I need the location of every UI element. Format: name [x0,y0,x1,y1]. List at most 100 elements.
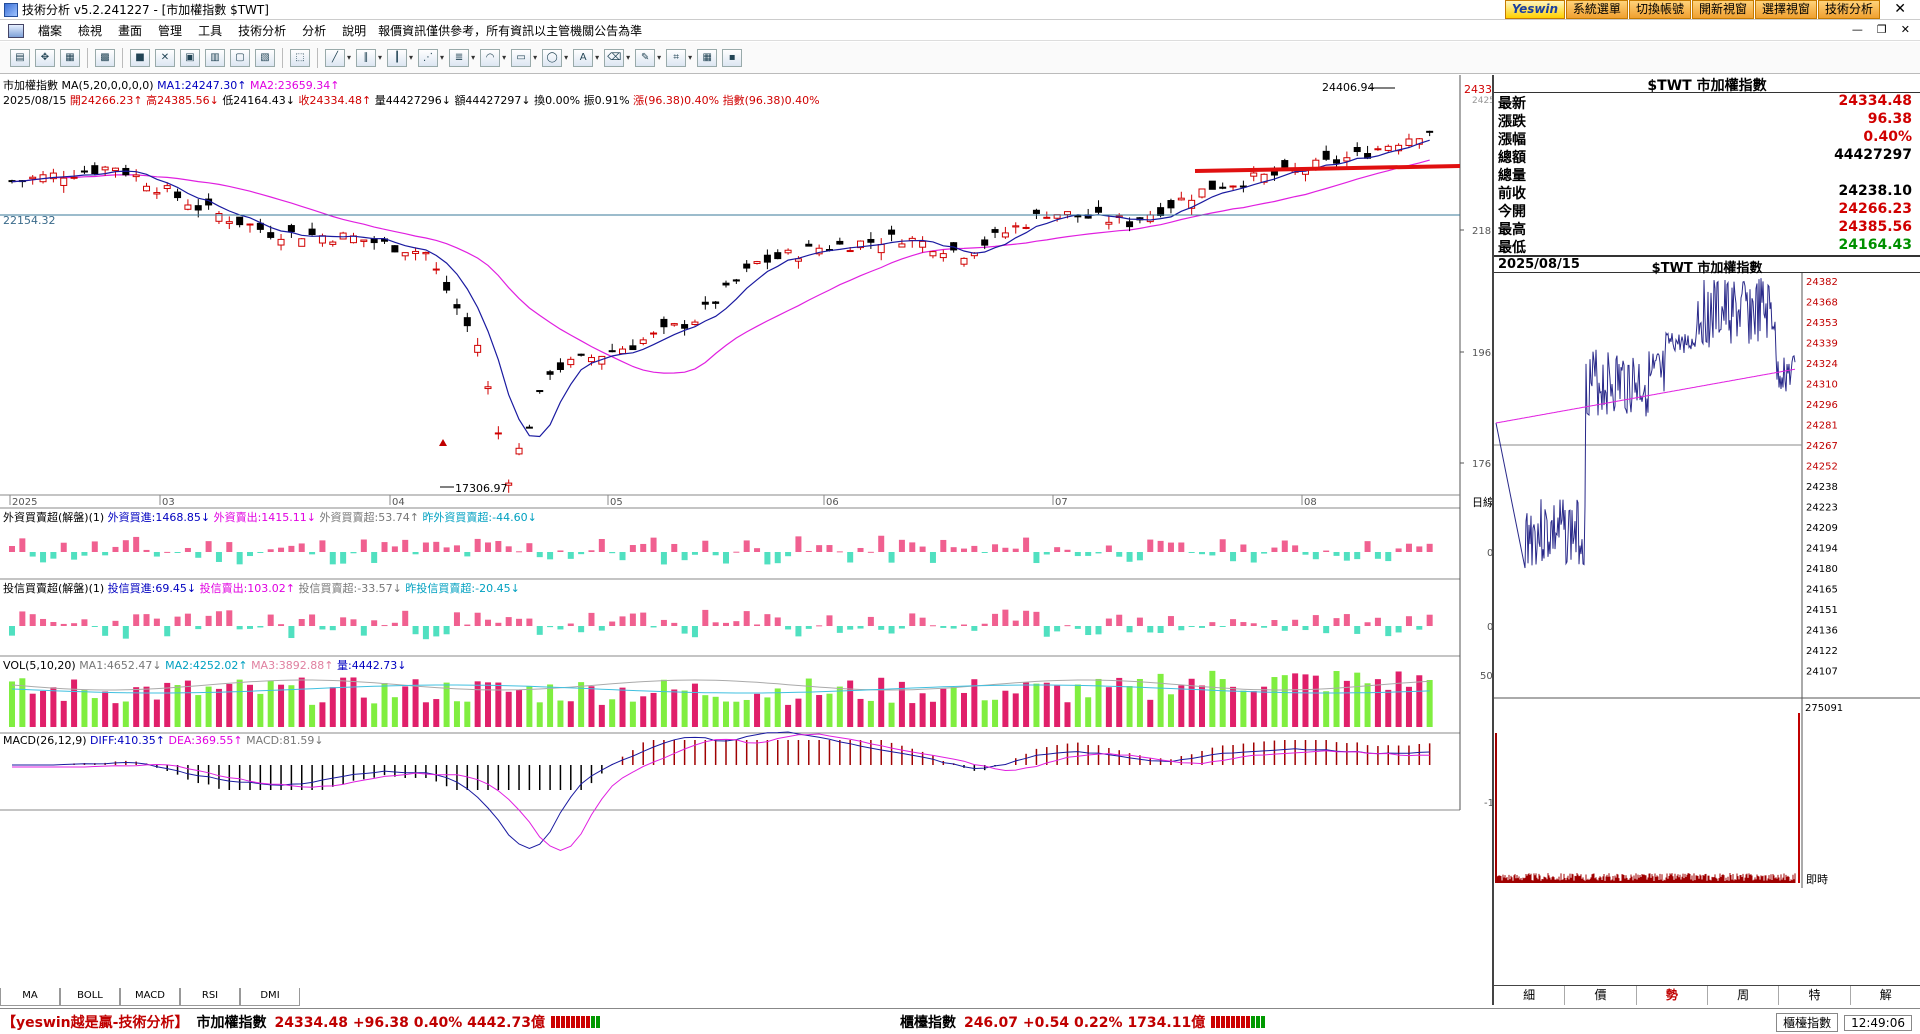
quote-label: 漲跌 [1498,114,1526,130]
volume-bar [567,701,574,727]
trust-flow-bar [1023,610,1030,626]
chart-area[interactable]: 22154.32 24406.94 17306.97 24334.524258 2181… [0,75,1492,1005]
volume-bar [723,701,729,727]
foreign-flow-bar [743,540,750,552]
save-icon[interactable]: ▪ [722,48,743,67]
tab-special[interactable]: 特 [1779,986,1851,1005]
menu-manage[interactable]: 管理 [150,22,190,39]
system-menu-button[interactable]: 系統選單 [1565,0,1628,19]
draw-pointer-icon[interactable]: ⬚ [290,48,310,67]
tab-ma[interactable]: MA [0,988,60,1006]
fan-icon[interactable]: ⋰ [418,48,439,67]
volume-bar [91,698,98,727]
dropdown-arrow-icon[interactable]: ▾ [595,53,599,62]
dropdown-arrow-icon[interactable]: ▾ [440,53,444,62]
dropdown-arrow-icon[interactable]: ▾ [502,53,506,62]
brush-icon[interactable]: ✎ [635,48,656,67]
tab-dmi[interactable]: DMI [240,988,300,1006]
menu-file[interactable]: 檔案 [30,22,70,39]
candle-body [1063,211,1071,216]
tab-trend[interactable]: 勢 [1637,986,1708,1005]
tab-week[interactable]: 周 [1708,986,1780,1005]
tab-analysis[interactable]: 解 [1851,986,1920,1005]
tab-macd[interactable]: MACD [120,988,180,1006]
dropdown-arrow-icon[interactable]: ▾ [657,53,661,62]
ellipse-icon[interactable]: ◯ [542,48,563,67]
restore-icon[interactable]: ❐ [1877,23,1887,36]
intraday-chart[interactable]: 24382 24368 24353 24339 24324 24310 24296 24281… [1494,273,1920,888]
cross-icon[interactable]: ✕ [155,48,175,67]
volume-bar [102,691,109,727]
switch-account-button[interactable]: 切換帳號 [1628,0,1691,19]
ma5-line [11,139,1430,438]
intraday-vol-top-label: 275091 [1805,703,1843,714]
candle-body [308,228,316,236]
tab-boll[interactable]: BOLL [60,988,120,1006]
trust-flow-bar [909,613,916,626]
dropdown-arrow-icon[interactable]: ▾ [688,53,692,62]
kline-icon[interactable]: ▥ [205,48,225,67]
select-window-button[interactable]: 選擇視窗 [1754,0,1817,19]
menu-view[interactable]: 檢視 [70,22,110,39]
grid-icon[interactable]: ▩ [95,48,115,67]
frame-icon[interactable]: ▣ [180,48,200,67]
menu-screen[interactable]: 畫面 [110,22,150,39]
parallel-icon[interactable]: ∥ [356,48,377,67]
dropdown-arrow-icon[interactable]: ▾ [533,53,537,62]
fib-icon[interactable]: ≣ [449,48,470,67]
dropdown-arrow-icon[interactable]: ▾ [378,53,382,62]
foreign-flow-bar [143,549,150,552]
app-close-icon[interactable]: ✕ [1894,1,1906,17]
menu-tools[interactable]: 工具 [190,22,230,39]
window-icon[interactable]: ▢ [230,48,250,67]
compare-icon[interactable]: ▧ [255,48,275,67]
tab-detail[interactable]: 細 [1494,986,1566,1005]
volume-bar [381,682,388,727]
candle-body [846,250,854,253]
candle-body [515,447,523,455]
palette-icon[interactable]: ▦ [697,48,718,67]
color-icon[interactable]: ■ [130,48,150,67]
close-icon[interactable]: ✕ [1901,23,1910,36]
yeswin-brand-button[interactable]: Yeswin [1504,0,1565,19]
volume-bar [1012,693,1019,727]
menu-technical[interactable]: 技術分析 [230,22,294,39]
technical-analysis-button[interactable]: 技術分析 [1817,0,1880,19]
tab-rsi[interactable]: RSI [180,988,240,1006]
new-window-button[interactable]: 開新視窗 [1691,0,1754,19]
trust-flow-bar [40,618,47,626]
status-taiex-name[interactable]: 市加權指數 [196,1012,266,1032]
ruler-icon[interactable]: ⌗ [666,48,687,67]
crosshair-icon[interactable]: ✥ [35,48,55,67]
tab-price[interactable]: 價 [1565,986,1637,1005]
technical-chart[interactable]: 22154.32 24406.94 17306.97 24334.524258 2181… [0,75,1492,1005]
dropdown-arrow-icon[interactable]: ▾ [564,53,568,62]
rect-icon[interactable]: ▭ [511,48,532,67]
candle-body [701,301,709,305]
dropdown-arrow-icon[interactable]: ▾ [347,53,351,62]
menu-help[interactable]: 說明 [334,22,374,39]
dropdown-arrow-icon[interactable]: ▾ [626,53,630,62]
menu-analysis[interactable]: 分析 [294,22,334,39]
eraser-icon[interactable]: ⌫ [604,48,625,67]
layout-icon[interactable]: ▦ [60,48,80,67]
volume-bar [1167,694,1174,727]
stock-list-icon[interactable]: ▤ [10,48,30,67]
dropdown-arrow-icon[interactable]: ▾ [471,53,475,62]
document-icon[interactable] [8,23,24,38]
quote-label: 前收 [1498,186,1526,202]
status-otc-name[interactable]: 櫃檯指數 [900,1012,956,1032]
foreign-flow-bar [402,539,409,552]
text-icon[interactable]: A [573,48,594,67]
candle-body [236,216,244,226]
volume-bar [236,679,243,727]
dropdown-arrow-icon[interactable]: ▾ [409,53,413,62]
vertical-icon[interactable]: ┃ [387,48,408,67]
volume-bar [1261,686,1268,727]
line-icon[interactable]: ╱ [325,48,345,67]
trust-flow-bar [878,626,885,630]
arc-icon[interactable]: ◠ [480,48,501,67]
minimize-icon[interactable]: — [1852,23,1863,36]
status-otc-button[interactable]: 櫃檯指數 [1776,1013,1839,1032]
foreign-net: 外資買賣超:53.74↑ [319,511,419,524]
